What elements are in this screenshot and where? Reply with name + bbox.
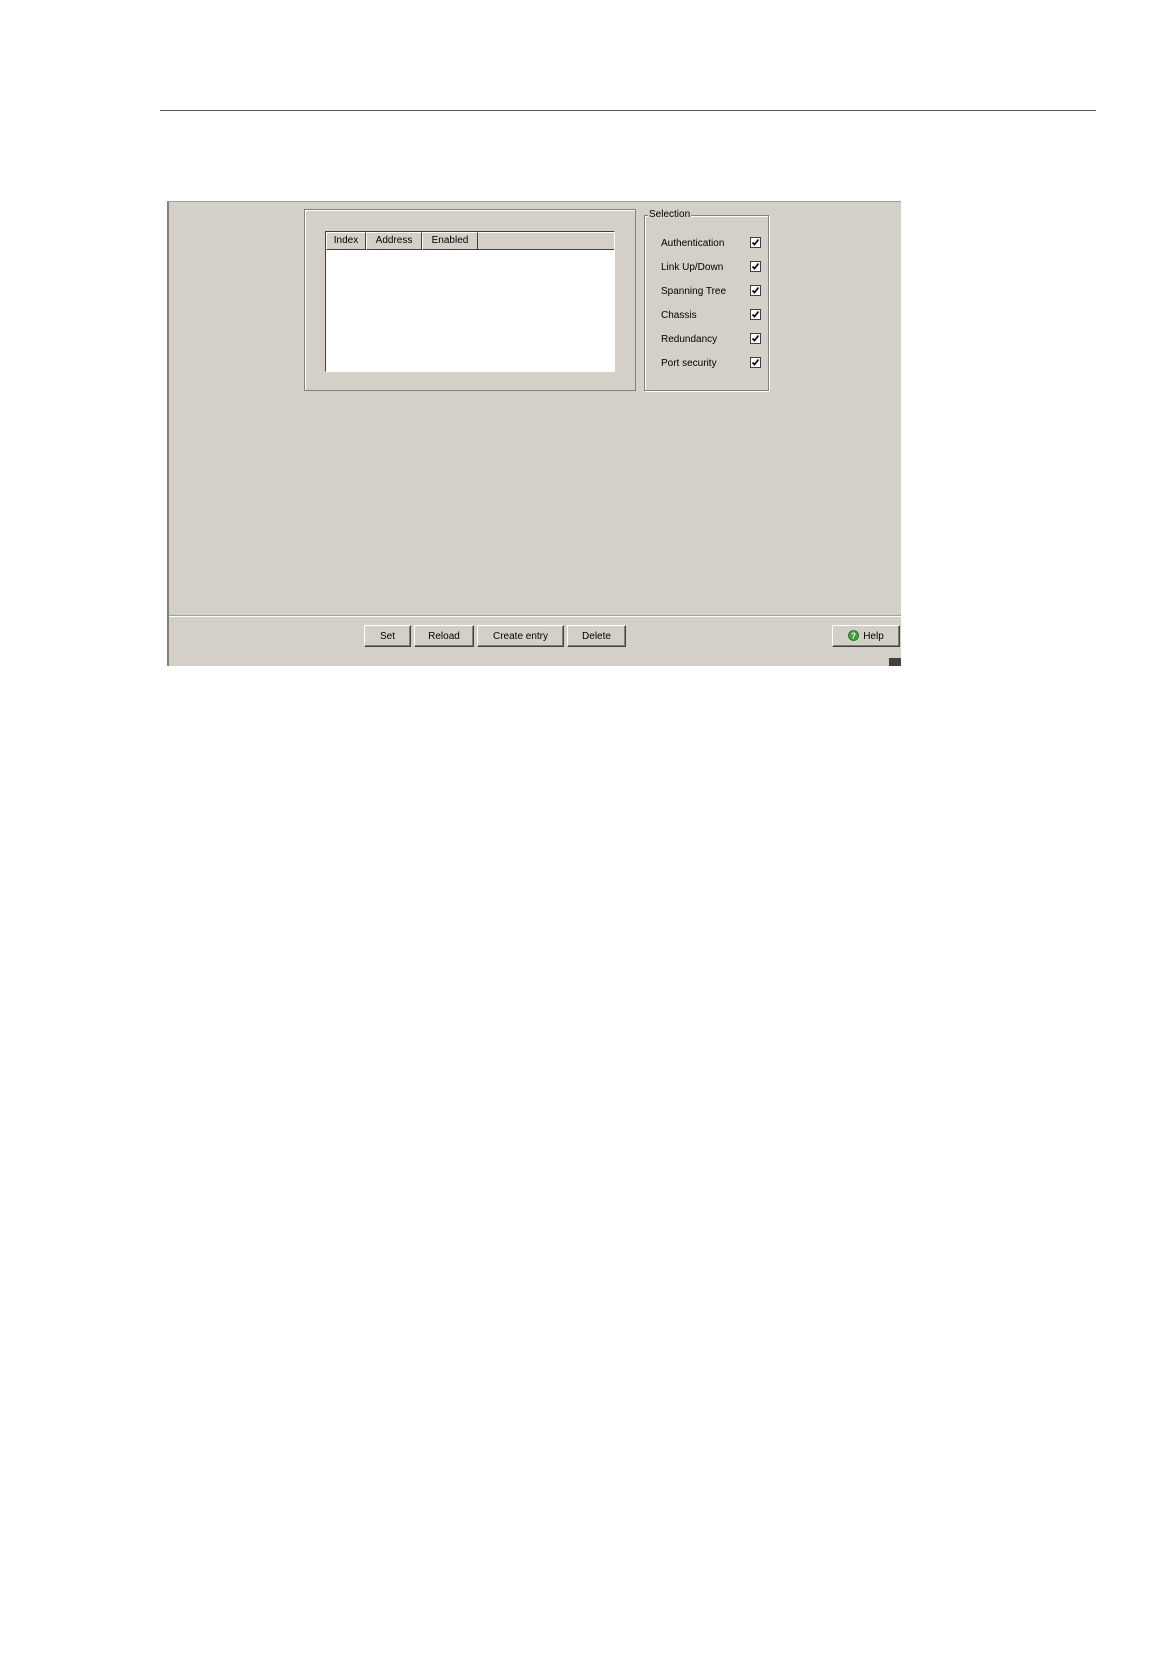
spanning-tree-checkbox[interactable] (750, 285, 761, 296)
address-table[interactable]: Index Address Enabled (325, 231, 615, 372)
selection-label-spanning-tree: Spanning Tree (661, 286, 727, 297)
column-header-filler (478, 232, 614, 250)
create-entry-button[interactable]: Create entry (477, 625, 564, 647)
help-icon: ? (848, 629, 860, 641)
set-button[interactable]: Set (364, 625, 411, 647)
link-up-down-checkbox[interactable] (750, 261, 761, 272)
help-button-label: Help (863, 630, 884, 642)
selection-item-redundancy: Redundancy (661, 332, 761, 348)
delete-button[interactable]: Delete (567, 625, 626, 647)
resize-grip[interactable] (889, 658, 901, 666)
selection-item-port-security: Port security (661, 356, 761, 372)
selection-item-link-up-down: Link Up/Down (661, 260, 761, 276)
help-button[interactable]: ? Help (832, 625, 900, 647)
selection-item-chassis: Chassis (661, 308, 761, 324)
selection-group: Selection Authentication Link Up/Down Sp… (644, 208, 769, 391)
redundancy-checkbox[interactable] (750, 333, 761, 344)
selection-label-redundancy: Redundancy (661, 334, 718, 345)
checkmark-icon (751, 311, 760, 318)
port-security-checkbox[interactable] (750, 357, 761, 368)
page-header-rule (160, 110, 1096, 111)
column-header-index[interactable]: Index (326, 232, 366, 250)
checkmark-icon (751, 239, 760, 246)
column-header-address[interactable]: Address (366, 232, 422, 250)
selection-item-authentication: Authentication (661, 236, 761, 252)
reload-button[interactable]: Reload (414, 625, 474, 647)
checkmark-icon (751, 287, 760, 294)
table-header-row: Index Address Enabled (326, 232, 614, 250)
app-window: Index Address Enabled Selection Authenti… (167, 201, 901, 666)
content-area: Index Address Enabled Selection Authenti… (169, 202, 901, 616)
authentication-checkbox[interactable] (750, 237, 761, 248)
selection-legend: Selection (648, 208, 692, 222)
column-header-enabled[interactable]: Enabled (422, 232, 478, 250)
selection-label-authentication: Authentication (661, 238, 725, 249)
selection-label-link-up-down: Link Up/Down (661, 262, 724, 273)
selection-item-spanning-tree: Spanning Tree (661, 284, 761, 300)
selection-label-chassis: Chassis (661, 310, 697, 321)
checkmark-icon (751, 359, 760, 366)
chassis-checkbox[interactable] (750, 309, 761, 320)
selection-label-port-security: Port security (661, 358, 717, 369)
checkmark-icon (751, 335, 760, 342)
checkmark-icon (751, 263, 760, 270)
svg-text:?: ? (851, 631, 856, 640)
button-bar: Set Reload Create entry Delete ? Help (169, 616, 901, 666)
table-frame: Index Address Enabled (304, 209, 636, 391)
